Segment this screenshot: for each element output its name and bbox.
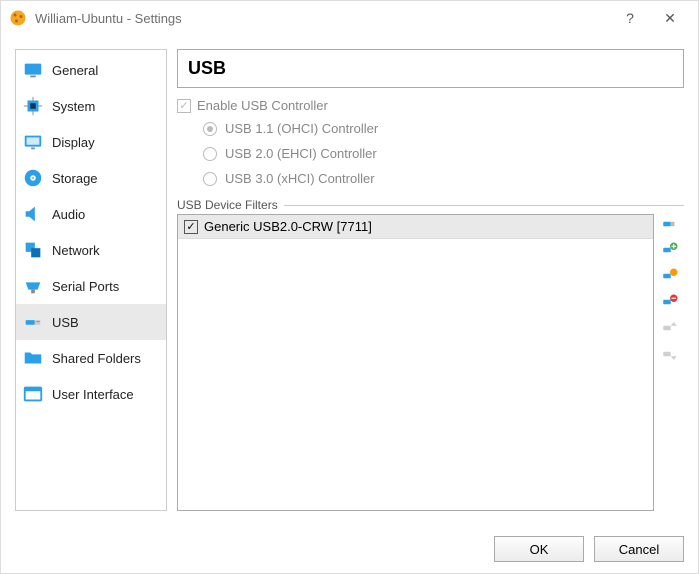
radio-usb-3-0[interactable]: USB 3.0 (xHCI) Controller [203,171,684,186]
move-filter-down-button[interactable] [660,344,680,364]
sidebar-item-audio[interactable]: Audio [16,196,166,232]
usb-filter-item[interactable]: ✓ Generic USB2.0-CRW [7711] [178,215,653,239]
radio-usb-1-1[interactable]: USB 1.1 (OHCI) Controller [203,121,684,136]
sidebar-item-label: Network [52,243,100,258]
radio-icon [203,147,217,161]
remove-filter-button[interactable] [660,292,680,312]
sidebar-item-label: Shared Folders [52,351,141,366]
sidebar-item-shared-folders[interactable]: Shared Folders [16,340,166,376]
serial-icon [22,275,44,297]
enable-usb-controller-checkbox[interactable]: ✓ Enable USB Controller [177,98,684,113]
sidebar-item-label: General [52,63,98,78]
filters-label: USB Device Filters [177,198,278,212]
sidebar-item-label: Audio [52,207,85,222]
sidebar-item-storage[interactable]: Storage [16,160,166,196]
cancel-button[interactable]: Cancel [594,536,684,562]
disk-icon [22,167,44,189]
sidebar-item-label: Storage [52,171,98,186]
chip-icon [22,95,44,117]
edit-filter-button[interactable] [660,266,680,286]
filter-item-label: Generic USB2.0-CRW [7711] [204,219,372,234]
display-icon [22,131,44,153]
radio-label: USB 1.1 (OHCI) Controller [225,121,378,136]
divider [284,205,684,206]
sidebar-item-label: Serial Ports [52,279,119,294]
radio-usb-2-0[interactable]: USB 2.0 (EHCI) Controller [203,146,684,161]
add-empty-filter-button[interactable] [660,214,680,234]
radio-label: USB 2.0 (EHCI) Controller [225,146,377,161]
app-icon [9,9,27,27]
radio-icon [203,172,217,186]
sidebar-item-label: System [52,99,95,114]
body: General System Display Storage Audio Net… [1,35,698,525]
speaker-icon [22,203,44,225]
page-title: USB [177,49,684,88]
usb-filter-list[interactable]: ✓ Generic USB2.0-CRW [7711] [177,214,654,511]
sidebar-item-label: Display [52,135,95,150]
footer: OK Cancel [1,525,698,573]
radio-icon [203,122,217,136]
folder-icon [22,347,44,369]
radio-label: USB 3.0 (xHCI) Controller [225,171,375,186]
monitor-icon [22,59,44,81]
usb-icon [22,311,44,333]
ok-button[interactable]: OK [494,536,584,562]
sidebar-item-display[interactable]: Display [16,124,166,160]
filter-actions [660,214,684,511]
sidebar-item-label: USB [52,315,79,330]
window-title: William-Ubuntu - Settings [35,11,610,26]
main-panel: USB ✓ Enable USB Controller USB 1.1 (OHC… [177,49,684,511]
sidebar-item-general[interactable]: General [16,52,166,88]
titlebar: William-Ubuntu - Settings ? ✕ [1,1,698,35]
sidebar-item-user-interface[interactable]: User Interface [16,376,166,412]
sidebar-item-system[interactable]: System [16,88,166,124]
network-icon [22,239,44,261]
sidebar-item-label: User Interface [52,387,134,402]
close-button[interactable]: ✕ [650,10,690,27]
sidebar: General System Display Storage Audio Net… [15,49,167,511]
filter-area: ✓ Generic USB2.0-CRW [7711] [177,214,684,511]
filters-label-row: USB Device Filters [177,198,684,212]
add-filter-from-device-button[interactable] [660,240,680,260]
move-filter-up-button[interactable] [660,318,680,338]
checkbox-icon[interactable]: ✓ [184,220,198,234]
sidebar-item-network[interactable]: Network [16,232,166,268]
sidebar-item-serial-ports[interactable]: Serial Ports [16,268,166,304]
enable-label: Enable USB Controller [197,98,328,113]
controller-radio-group: USB 1.1 (OHCI) Controller USB 2.0 (EHCI)… [203,121,684,186]
settings-window: William-Ubuntu - Settings ? ✕ General Sy… [0,0,699,574]
checkbox-icon: ✓ [177,99,191,113]
sidebar-item-usb[interactable]: USB [16,304,166,340]
ui-icon [22,383,44,405]
help-button[interactable]: ? [610,10,650,26]
